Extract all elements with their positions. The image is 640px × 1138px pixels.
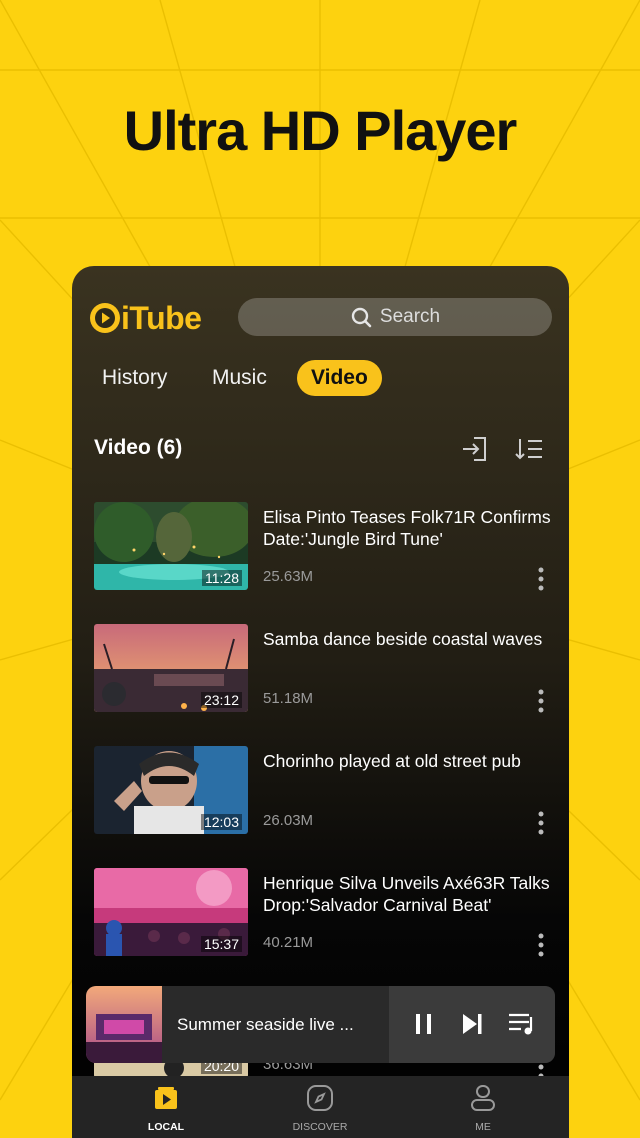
video-list-item[interactable]: 11:28 Elisa Pinto Teases Folk71R Confirm… — [94, 502, 554, 592]
search-icon — [351, 307, 372, 328]
tab-video[interactable]: Video — [297, 360, 382, 396]
app-logo: iTube — [90, 298, 202, 338]
headline: Ultra HD Player — [123, 99, 518, 162]
video-thumbnail[interactable]: 15:37 — [94, 868, 248, 956]
video-size: 51.18M — [263, 690, 314, 707]
section-title: Video (6) — [94, 436, 183, 459]
video-duration: 12:03 — [200, 814, 242, 830]
import-icon[interactable] — [460, 434, 490, 464]
nav-discover[interactable]: DISCOVER — [270, 1084, 370, 1133]
more-options-icon[interactable] — [537, 810, 545, 836]
nav-me-label: ME — [475, 1121, 491, 1133]
nav-local[interactable]: LOCAL — [116, 1084, 216, 1133]
sort-icon[interactable] — [514, 434, 544, 464]
video-thumbnail[interactable]: 12:03 — [94, 746, 248, 834]
nav-discover-label: DISCOVER — [292, 1121, 348, 1133]
top-bar: iTube Search — [72, 296, 569, 340]
video-list-item[interactable]: 23:12 Samba dance beside coastal waves 5… — [94, 624, 554, 714]
app-screen: iTube Search History Music Video Video (… — [72, 266, 569, 1138]
nav-me[interactable]: ME — [433, 1084, 533, 1133]
search-placeholder: Search — [379, 306, 441, 327]
mini-player[interactable]: Summer seaside live ... — [86, 986, 555, 1063]
nav-local-label: LOCAL — [147, 1121, 185, 1133]
video-duration: 15:37 — [200, 936, 242, 952]
now-playing-title: Summer seaside live ... — [177, 1015, 354, 1034]
more-options-icon[interactable] — [537, 566, 545, 592]
play-icon — [90, 303, 120, 333]
now-playing-thumbnail[interactable] — [86, 986, 162, 1063]
more-options-icon[interactable] — [537, 932, 545, 958]
tab-music[interactable]: Music — [212, 360, 267, 396]
bottom-nav: LOCAL DISCOVER ME — [72, 1076, 569, 1138]
search-bar[interactable]: Search — [238, 298, 552, 336]
video-title: Henrique Silva Unveils Axé63R Talks Drop… — [263, 873, 550, 915]
logo-text: iTube — [121, 299, 202, 336]
video-title: Chorinho played at old street pub — [263, 751, 521, 771]
pause-icon[interactable] — [411, 1011, 437, 1037]
video-size: 26.03M — [263, 812, 314, 829]
video-size: 40.21M — [263, 934, 314, 951]
video-thumbnail[interactable]: 23:12 — [94, 624, 248, 712]
video-duration: 11:28 — [202, 570, 242, 586]
profile-icon — [471, 1085, 495, 1111]
video-title: Samba dance beside coastal waves — [263, 629, 543, 649]
video-list-item[interactable]: 12:03 Chorinho played at old street pub … — [94, 746, 554, 836]
player-controls — [389, 986, 555, 1063]
video-size: 25.63M — [263, 568, 314, 585]
tab-bar: History Music Video — [72, 360, 569, 398]
compass-icon — [307, 1085, 333, 1111]
video-duration: 23:12 — [200, 692, 242, 708]
more-options-icon[interactable] — [537, 688, 545, 714]
next-icon[interactable] — [459, 1011, 485, 1037]
video-thumbnail[interactable]: 11:28 — [94, 502, 248, 590]
video-title: Elisa Pinto Teases Folk71R Confirms Date… — [263, 507, 551, 549]
tab-history[interactable]: History — [102, 360, 167, 396]
local-icon — [155, 1087, 177, 1109]
video-list-item[interactable]: 15:37 Henrique Silva Unveils Axé63R Talk… — [94, 868, 554, 958]
playlist-icon[interactable] — [507, 1011, 537, 1037]
